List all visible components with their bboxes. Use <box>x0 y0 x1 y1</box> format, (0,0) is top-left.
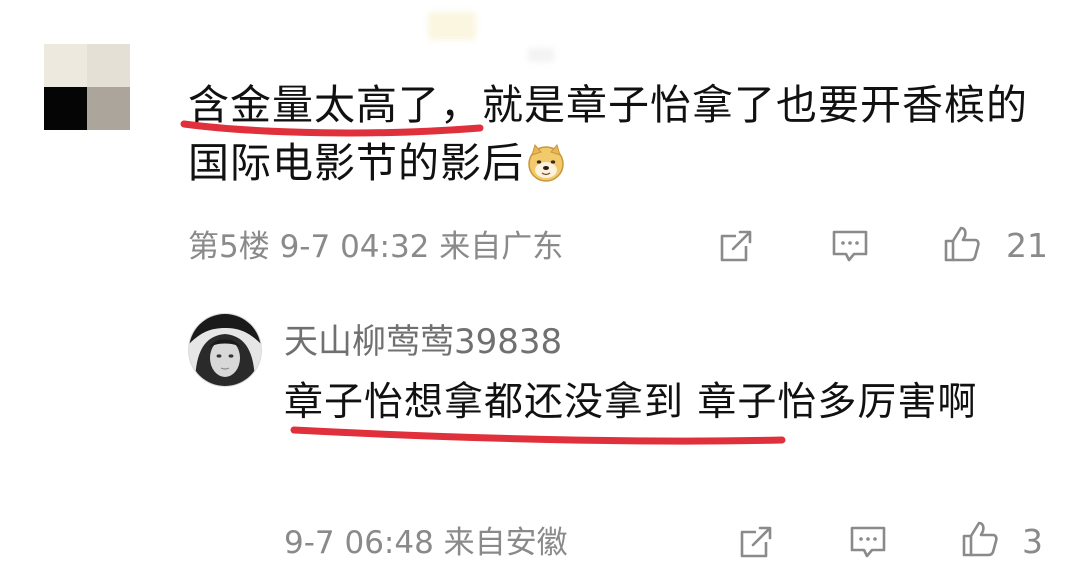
thumbs-up-icon[interactable] <box>960 519 1000 559</box>
blurred-decoration <box>528 48 554 62</box>
share-icon[interactable] <box>716 226 756 266</box>
doge-emoji-icon <box>528 143 564 182</box>
thumbs-up-icon[interactable] <box>942 224 982 264</box>
highlight-underline <box>290 426 786 445</box>
comment-meta: 第5楼 9-7 04:32 来自广东 <box>188 229 564 265</box>
share-icon[interactable] <box>736 522 776 562</box>
highlight-underline <box>180 120 484 137</box>
reply-avatar[interactable] <box>188 313 262 387</box>
avatar-pixel <box>44 87 87 130</box>
comment-icon[interactable] <box>848 522 888 562</box>
avatar-pixel <box>44 44 87 87</box>
like-count: 3 <box>1022 522 1043 561</box>
blurred-decoration <box>428 12 476 40</box>
avatar-image <box>189 314 261 386</box>
reply-meta: 9-7 06:48 来自安徽 <box>284 525 568 561</box>
like-count: 21 <box>1006 226 1048 265</box>
commenter-avatar[interactable] <box>44 44 130 130</box>
reply-username[interactable]: 天山柳莺莺39838 <box>284 314 562 363</box>
comment-icon[interactable] <box>830 226 870 266</box>
avatar-pixel <box>87 87 130 130</box>
avatar-pixel <box>87 44 130 87</box>
